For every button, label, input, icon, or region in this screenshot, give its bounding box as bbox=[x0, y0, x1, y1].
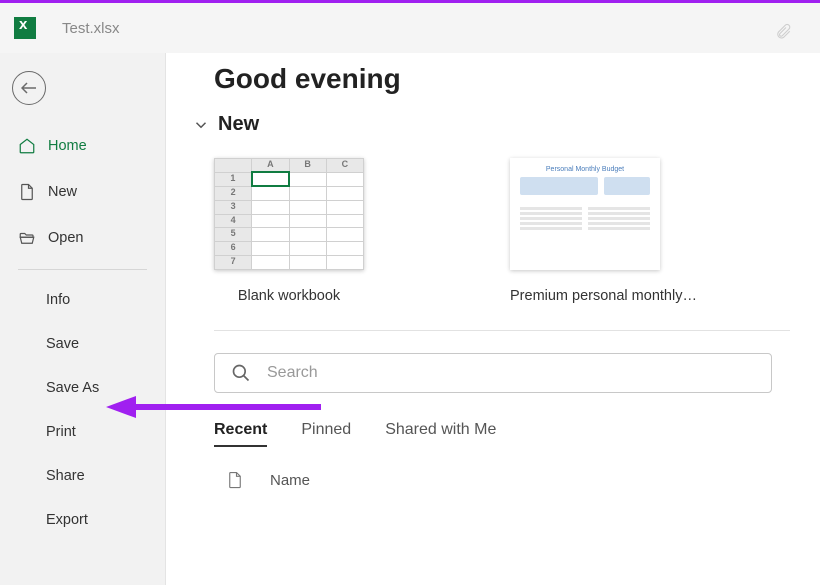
sidebar-item-label: Print bbox=[46, 424, 76, 440]
sidebar-item-label: Save bbox=[46, 336, 79, 352]
sidebar-item-info[interactable]: Info bbox=[0, 278, 165, 322]
sidebar-item-print[interactable]: Print bbox=[0, 410, 165, 454]
tab-pinned[interactable]: Pinned bbox=[301, 421, 351, 447]
main-content: Good evening New ABC 1 2 3 4 5 6 bbox=[166, 53, 820, 585]
sidebar-item-save-as[interactable]: Save As bbox=[0, 366, 165, 410]
template-label: Premium personal monthly… bbox=[510, 288, 697, 304]
sidebar-item-label: Home bbox=[48, 138, 87, 154]
content-divider bbox=[214, 330, 790, 331]
folder-open-icon bbox=[18, 229, 36, 247]
templates-row: ABC 1 2 3 4 5 6 7 Blank workbook Persona… bbox=[214, 158, 820, 304]
template-blank-workbook[interactable]: ABC 1 2 3 4 5 6 7 Blank workbook bbox=[214, 158, 364, 304]
sidebar-item-label: Export bbox=[46, 512, 88, 528]
new-doc-icon bbox=[18, 183, 36, 201]
sidebar: Home New Open Info Save Save As Print Sh… bbox=[0, 53, 166, 585]
sidebar-item-open[interactable]: Open bbox=[0, 215, 165, 261]
search-icon bbox=[231, 363, 251, 383]
sidebar-item-label: New bbox=[48, 184, 77, 200]
attach-icon[interactable] bbox=[774, 21, 792, 43]
name-column-header: Name bbox=[270, 472, 310, 489]
search-box[interactable] bbox=[214, 353, 772, 393]
sidebar-item-new[interactable]: New bbox=[0, 169, 165, 215]
new-section-header[interactable]: New bbox=[192, 113, 820, 136]
tab-shared-with-me[interactable]: Shared with Me bbox=[385, 421, 496, 447]
sidebar-item-home[interactable]: Home bbox=[0, 123, 165, 169]
sidebar-item-label: Open bbox=[48, 230, 83, 246]
sidebar-item-label: Save As bbox=[46, 380, 99, 396]
titlebar: Test.xlsx bbox=[0, 3, 820, 53]
excel-app-icon bbox=[14, 17, 36, 39]
search-input[interactable] bbox=[267, 364, 755, 382]
back-button[interactable] bbox=[12, 71, 46, 105]
sidebar-item-save[interactable]: Save bbox=[0, 322, 165, 366]
template-premium-budget[interactable]: Personal Monthly Budget Premium bbox=[510, 158, 697, 304]
tabs: Recent Pinned Shared with Me bbox=[214, 421, 820, 447]
sidebar-item-label: Share bbox=[46, 468, 85, 484]
tab-recent[interactable]: Recent bbox=[214, 421, 267, 447]
home-icon bbox=[18, 137, 36, 155]
sidebar-item-label: Info bbox=[46, 292, 70, 308]
greeting-title: Good evening bbox=[214, 63, 820, 95]
sidebar-divider bbox=[18, 269, 147, 270]
chevron-down-icon bbox=[192, 116, 210, 134]
template-label: Blank workbook bbox=[214, 288, 364, 304]
sidebar-item-export[interactable]: Export bbox=[0, 498, 165, 542]
filename: Test.xlsx bbox=[62, 20, 120, 37]
section-title: New bbox=[218, 113, 259, 136]
file-icon bbox=[226, 469, 244, 491]
template-thumbnail: Personal Monthly Budget bbox=[510, 158, 660, 270]
back-arrow-icon bbox=[21, 81, 37, 95]
template-thumbnail: ABC 1 2 3 4 5 6 7 bbox=[214, 158, 364, 270]
sidebar-item-share[interactable]: Share bbox=[0, 454, 165, 498]
files-header: Name bbox=[214, 469, 820, 491]
